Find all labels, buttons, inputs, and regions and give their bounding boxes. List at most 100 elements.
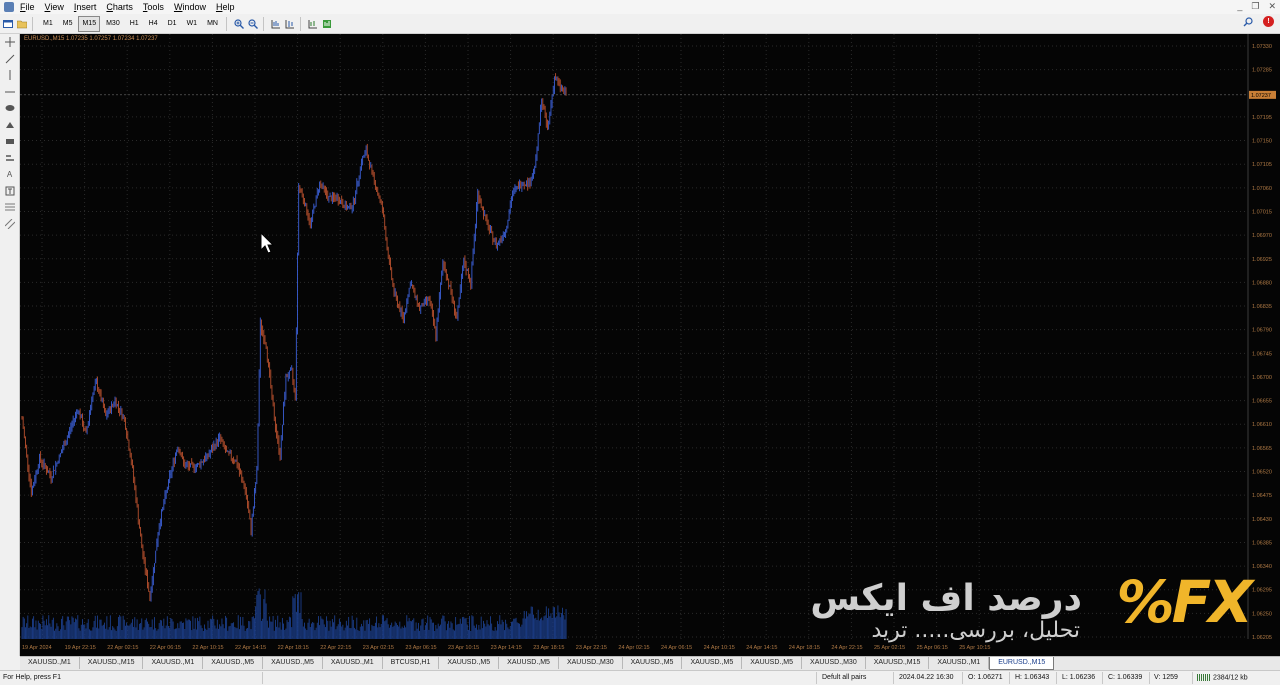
crosshair-tool[interactable] xyxy=(0,34,19,51)
chart-tab[interactable]: XAUUSD.,M30 xyxy=(802,657,866,669)
chart-tab[interactable]: XAUUSD.,M5 xyxy=(439,657,500,669)
tf-m30-button[interactable]: M30 xyxy=(102,16,124,32)
menu-help[interactable]: Help xyxy=(216,2,235,12)
status-profile[interactable]: Defult all pairs xyxy=(822,674,866,681)
time-tick-label: 24 Apr 02:15 xyxy=(618,645,649,651)
menu-charts[interactable]: Charts xyxy=(106,2,133,12)
channel-tool[interactable] xyxy=(0,216,19,233)
status-divider xyxy=(962,672,963,684)
indicators-button[interactable] xyxy=(307,16,319,32)
ellipse-tool[interactable] xyxy=(0,100,19,117)
tf-m1-button[interactable]: M1 xyxy=(39,16,57,32)
watermark-logo: %FX xyxy=(1116,568,1253,636)
vertical-line-icon xyxy=(9,70,10,81)
time-tick-label: 23 Apr 22:15 xyxy=(576,645,607,651)
chart-canvas[interactable]: 1.07330 1.07285 1.07195 1.07150 1.07105 1.070… xyxy=(20,34,1280,656)
text-tool[interactable]: A xyxy=(0,166,19,183)
zoom-out-button[interactable] xyxy=(247,16,259,32)
vertical-line-tool[interactable] xyxy=(0,67,19,84)
time-tick-label: 24 Apr 06:15 xyxy=(661,645,692,651)
chart-tab[interactable]: XAUUSD.,M5 xyxy=(203,657,264,669)
chart-tab[interactable]: XAUUSD.,M1 xyxy=(143,657,204,669)
zoom-in-icon xyxy=(234,18,244,29)
search-icon[interactable] xyxy=(1243,16,1253,27)
chart-shift-button[interactable] xyxy=(270,16,282,32)
fibonacci-tool[interactable] xyxy=(0,199,19,216)
chart-tab[interactable]: XAUUSD.,M5 xyxy=(742,657,803,669)
price-tick-label: 1.06565 xyxy=(1252,446,1272,452)
chart-tab[interactable]: XAUUSD.,M5 xyxy=(499,657,559,669)
trendline-icon xyxy=(5,54,14,64)
time-tick-label: 24 Apr 10:15 xyxy=(704,645,735,651)
menu-view[interactable]: View xyxy=(45,2,64,12)
chart-tab[interactable]: XAUUSD.,M15 xyxy=(866,657,930,669)
price-tick-label: 1.06205 xyxy=(1252,635,1272,641)
profiles-button[interactable] xyxy=(16,16,28,32)
rectangle-tool[interactable] xyxy=(0,133,19,150)
toolbar-separator xyxy=(262,16,264,31)
time-tick-label: 23 Apr 02:15 xyxy=(363,645,394,651)
tf-h4-button[interactable]: H4 xyxy=(145,16,162,32)
zoom-in-button[interactable] xyxy=(233,16,245,32)
menu-file[interactable]: File xyxy=(20,2,35,12)
price-tick-label: 1.06475 xyxy=(1252,493,1272,499)
time-tick-label: 19 Apr 22:15 xyxy=(65,645,96,651)
chart-tab[interactable]: XAUUSD.,M5 xyxy=(263,657,323,669)
chart-tab[interactable]: XAUUSD.,M1 xyxy=(323,657,383,669)
price-tick-label: 1.07015 xyxy=(1252,209,1272,215)
menu-window[interactable]: Window xyxy=(174,2,206,12)
horizontal-line-tool[interactable] xyxy=(0,84,19,101)
menu-insert[interactable]: Insert xyxy=(74,2,97,12)
tf-mn-button[interactable]: MN xyxy=(203,16,222,32)
minimize-icon[interactable]: _ xyxy=(1237,1,1242,12)
watermark-title: درصد اف ایکس xyxy=(810,578,1082,619)
tf-w1-button[interactable]: W1 xyxy=(183,16,202,32)
price-tick-label: 1.06520 xyxy=(1252,470,1272,476)
chart-tab[interactable]: EURUSD.,M15 xyxy=(989,657,1055,670)
status-open: O: 1.06271 xyxy=(968,674,1003,681)
triangle-icon xyxy=(5,121,14,128)
folder-icon xyxy=(17,20,27,28)
text-label-tool[interactable] xyxy=(0,183,19,200)
templates-button[interactable] xyxy=(321,16,333,32)
time-tick-label: 23 Apr 10:15 xyxy=(448,645,479,651)
rectangle-icon xyxy=(5,139,14,145)
chart-tab[interactable]: XAUUSD.,M1 xyxy=(929,657,990,669)
price-tick-label: 1.06430 xyxy=(1252,517,1272,523)
zoom-out-icon xyxy=(248,18,258,29)
arrows-tool[interactable] xyxy=(0,150,19,167)
price-tick-label: 1.06610 xyxy=(1252,422,1272,428)
status-divider xyxy=(1192,672,1193,684)
fibonacci-icon xyxy=(4,203,15,211)
new-chart-button[interactable] xyxy=(2,16,14,32)
connection-bars-icon xyxy=(1197,674,1211,681)
restore-icon[interactable]: ❐ xyxy=(1251,1,1259,12)
triangle-tool[interactable] xyxy=(0,117,19,134)
notification-icon[interactable]: ! xyxy=(1263,16,1274,27)
chart-tab[interactable]: XAUUSD.,M5 xyxy=(623,657,683,669)
chart-tab[interactable]: XAUUSD.,M5 xyxy=(682,657,743,669)
chart-tab[interactable]: XAUUSD.,M1 xyxy=(20,657,80,669)
time-tick-label: 24 Apr 14:15 xyxy=(746,645,777,651)
price-tick-label: 1.06970 xyxy=(1252,233,1272,239)
watermark: درصد اف ایکس تحلیل، بررسی..... ترید %FX xyxy=(810,568,1253,652)
new-chart-icon xyxy=(3,19,13,28)
chart-tab[interactable]: XAUUSD.,M15 xyxy=(80,657,144,669)
tf-h1-button[interactable]: H1 xyxy=(126,16,143,32)
tf-d1-button[interactable]: D1 xyxy=(164,16,181,32)
time-tick-label: 24 Apr 18:15 xyxy=(789,645,820,651)
autoscroll-button[interactable] xyxy=(284,16,296,32)
tf-m5-button[interactable]: M5 xyxy=(59,16,77,32)
chart-tab[interactable]: BTCUSD,H1 xyxy=(383,657,440,669)
menu-tools[interactable]: Tools xyxy=(143,2,164,12)
current-price-label: 1.07237 xyxy=(1251,93,1271,99)
watermark-subtitle: تحلیل، بررسی..... ترید xyxy=(871,618,1080,643)
menu-bar: File View Insert Charts Tools Window Hel… xyxy=(0,0,1280,14)
trendline-tool[interactable] xyxy=(0,51,19,68)
chart-tabs: XAUUSD.,M1 XAUUSD.,M15 XAUUSD.,M1 XAUUSD.,M… xyxy=(20,656,1280,670)
price-chart[interactable]: 1.07330 1.07285 1.07195 1.07150 1.07105 1.070… xyxy=(20,34,1280,656)
crosshair-icon xyxy=(4,37,15,48)
close-icon[interactable]: ✕ xyxy=(1268,1,1276,12)
tf-m15-button[interactable]: M15 xyxy=(78,15,101,32)
chart-tab[interactable]: XAUUSD.,M30 xyxy=(559,657,623,669)
